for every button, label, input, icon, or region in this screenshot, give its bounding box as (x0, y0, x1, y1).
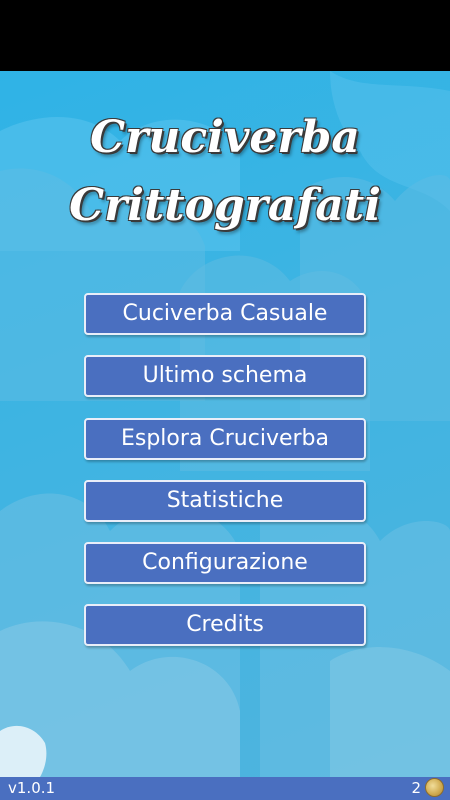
coin-counter: 2 (411, 778, 444, 797)
random-crossword-button[interactable]: Cuciverba Casuale (84, 293, 366, 335)
coin-icon (425, 778, 444, 797)
settings-button[interactable]: Configurazione (84, 542, 366, 584)
credits-button[interactable]: Credits (84, 604, 366, 646)
last-scheme-button[interactable]: Ultimo schema (84, 355, 366, 397)
statistics-button[interactable]: Statistiche (84, 480, 366, 522)
coin-count: 2 (411, 778, 421, 797)
version-label: v1.0.1 (8, 779, 56, 797)
footer-bar: v1.0.1 2 (0, 777, 450, 800)
title-line-2: Crittografati (69, 180, 381, 231)
title-line-1: Cruciverba (90, 112, 360, 163)
background-sky: Cruciverba Crittografati Cuciverba Casua… (0, 71, 450, 777)
status-bar (0, 0, 450, 71)
main-menu: Cuciverba Casuale Ultimo schema Esplora … (84, 293, 366, 666)
explore-crosswords-button[interactable]: Esplora Cruciverba (84, 418, 366, 460)
